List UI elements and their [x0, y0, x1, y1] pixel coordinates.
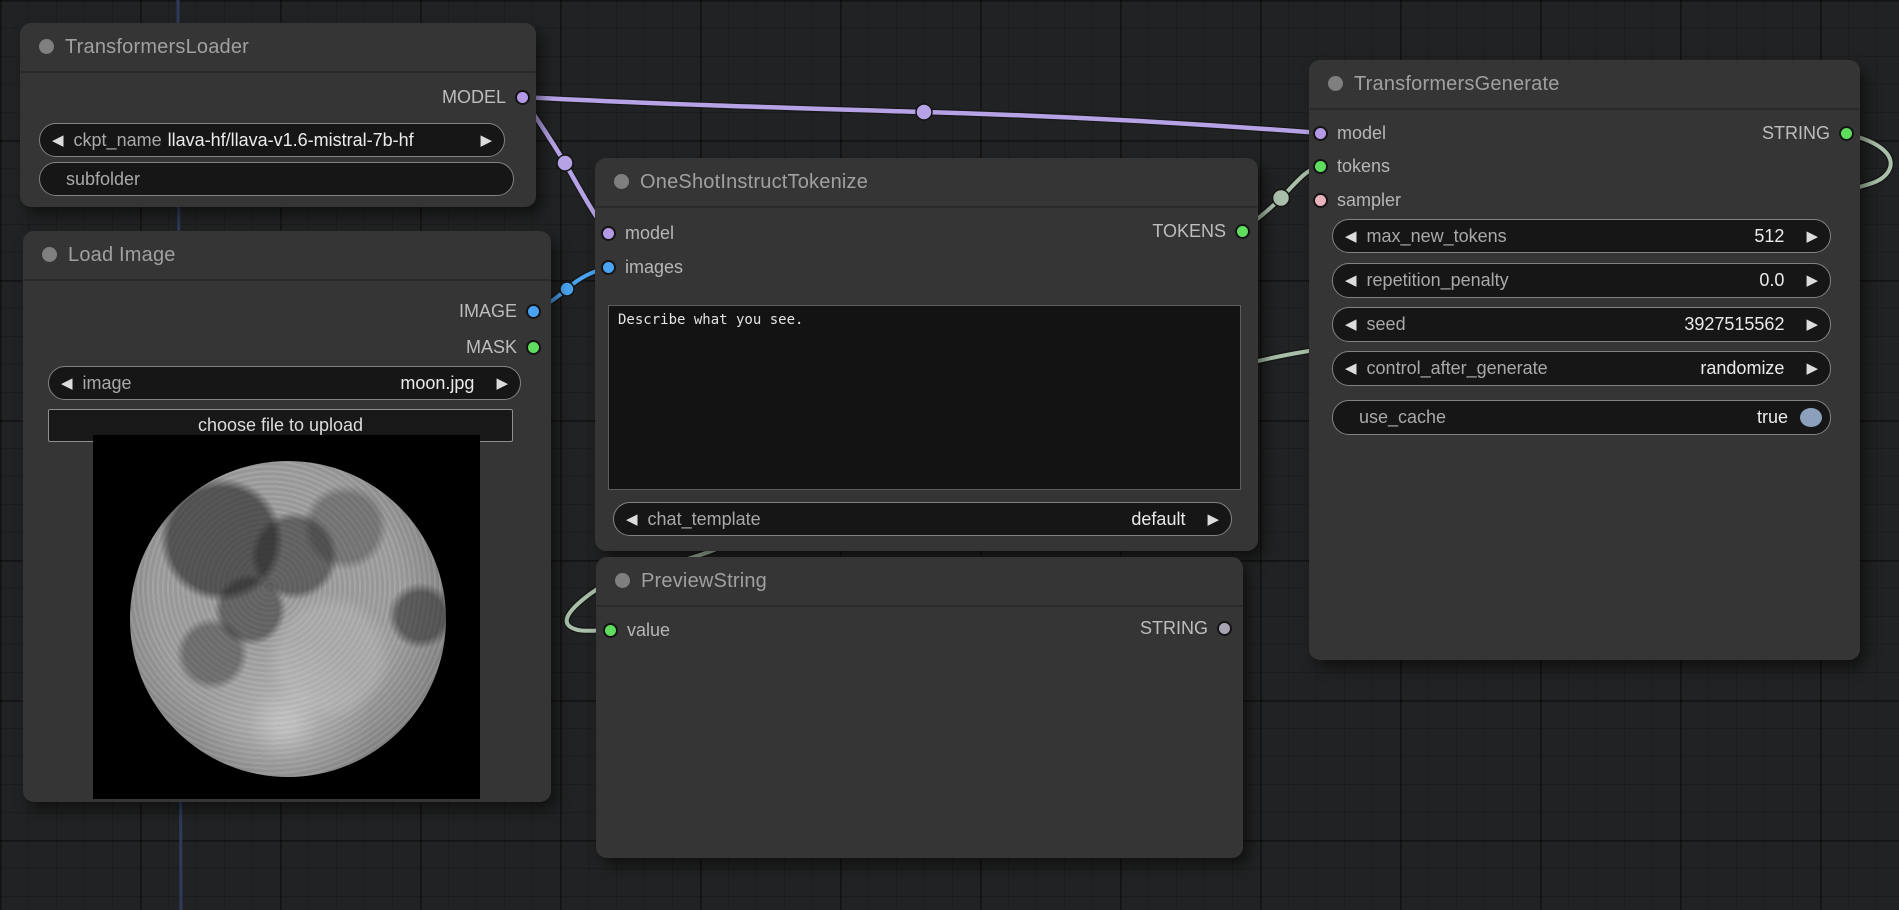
widget-control-after-generate[interactable]: ◀ control_after_generate randomize ▶ — [1332, 351, 1831, 386]
images-input-socket-icon[interactable] — [601, 260, 616, 275]
output-string[interactable]: STRING — [1762, 122, 1854, 144]
title-separator — [1310, 108, 1859, 110]
combo-right-arrow-icon[interactable]: ▶ — [1806, 317, 1818, 332]
title-separator — [596, 206, 1257, 208]
input-sampler[interactable]: sampler — [1313, 189, 1401, 211]
model-input-socket-icon[interactable] — [601, 226, 616, 241]
use-cache-toggle-icon[interactable] — [1800, 408, 1822, 427]
tokens-input-socket-icon[interactable] — [1313, 159, 1328, 174]
moon-image — [130, 461, 446, 777]
combo-right-arrow-icon[interactable]: ▶ — [1806, 273, 1818, 288]
widget-image-filename[interactable]: ◀ image moon.jpg ▶ — [48, 366, 521, 400]
tokens-output-socket-icon[interactable] — [1235, 224, 1250, 239]
collapse-dot-icon[interactable] — [39, 39, 54, 54]
widget-chat-template[interactable]: ◀ chat_template default ▶ — [613, 502, 1232, 536]
node-title: PreviewString — [641, 567, 767, 595]
tokens-wire-midpoint-dot[interactable] — [1273, 190, 1290, 207]
input-model[interactable]: model — [1313, 122, 1386, 144]
model-wire2-midpoint-dot[interactable] — [557, 155, 573, 171]
node-load-image[interactable]: Load Image IMAGE MASK ◀ image moon.jpg ▶… — [23, 231, 551, 802]
sampler-input-socket-icon[interactable] — [1313, 193, 1328, 208]
model-input-socket-icon[interactable] — [1313, 126, 1328, 141]
value-input-socket-icon[interactable] — [603, 623, 618, 638]
node-title: Load Image — [68, 241, 176, 269]
prompt-textarea[interactable]: Describe what you see. — [608, 305, 1241, 490]
output-model[interactable]: MODEL — [442, 86, 530, 108]
title-separator — [24, 279, 550, 281]
widget-repetition-penalty[interactable]: ◀ repetition_penalty 0.0 ▶ — [1332, 263, 1831, 298]
widget-ckpt-name[interactable]: ◀ ckpt_name llava-hf/llava-v1.6-mistral-… — [39, 123, 505, 157]
output-image[interactable]: IMAGE — [459, 300, 541, 322]
output-string[interactable]: STRING — [1140, 617, 1232, 639]
mask-output-socket-icon[interactable] — [526, 340, 541, 355]
output-tokens[interactable]: TOKENS — [1152, 220, 1250, 242]
input-tokens[interactable]: tokens — [1313, 155, 1390, 177]
title-separator — [597, 605, 1242, 607]
combo-left-arrow-icon[interactable]: ◀ — [1345, 229, 1357, 244]
string-output-socket-icon[interactable] — [1839, 126, 1854, 141]
node-transformers-loader[interactable]: TransformersLoader MODEL ◀ ckpt_name lla… — [20, 23, 536, 207]
output-mask[interactable]: MASK — [466, 336, 541, 358]
widget-max-new-tokens[interactable]: ◀ max_new_tokens 512 ▶ — [1332, 219, 1831, 253]
model-wire-midpoint-dot[interactable] — [916, 104, 932, 120]
string-output-socket-icon[interactable] — [1217, 621, 1232, 636]
node-preview-string[interactable]: PreviewString value STRING — [596, 557, 1243, 858]
collapse-dot-icon[interactable] — [615, 573, 630, 588]
combo-right-arrow-icon[interactable]: ▶ — [1806, 361, 1818, 376]
node-title: TransformersGenerate — [1354, 70, 1560, 98]
collapse-dot-icon[interactable] — [42, 247, 57, 262]
image-output-socket-icon[interactable] — [526, 304, 541, 319]
node-title: OneShotInstructTokenize — [640, 168, 868, 196]
image-wire-midpoint-dot[interactable] — [560, 282, 574, 296]
combo-left-arrow-icon[interactable]: ◀ — [1345, 317, 1357, 332]
combo-right-arrow-icon[interactable]: ▶ — [1207, 512, 1219, 527]
combo-left-arrow-icon[interactable]: ◀ — [1345, 361, 1357, 376]
collapse-dot-icon[interactable] — [614, 174, 629, 189]
model-output-socket-icon[interactable] — [515, 90, 530, 105]
combo-left-arrow-icon[interactable]: ◀ — [61, 376, 73, 391]
widget-seed[interactable]: ◀ seed 3927515562 ▶ — [1332, 307, 1831, 342]
combo-right-arrow-icon[interactable]: ▶ — [496, 376, 508, 391]
combo-right-arrow-icon[interactable]: ▶ — [1806, 229, 1818, 244]
node-graph-canvas[interactable]: TransformersLoader MODEL ◀ ckpt_name lla… — [0, 0, 1899, 910]
input-images[interactable]: images — [601, 256, 683, 278]
input-value[interactable]: value — [603, 619, 670, 641]
widget-subfolder[interactable]: subfolder — [39, 162, 514, 196]
combo-left-arrow-icon[interactable]: ◀ — [626, 512, 638, 527]
combo-left-arrow-icon[interactable]: ◀ — [1345, 273, 1357, 288]
node-one-shot-instruct-tokenize[interactable]: OneShotInstructTokenize model images TOK… — [595, 158, 1258, 551]
combo-left-arrow-icon[interactable]: ◀ — [52, 133, 64, 148]
node-title: TransformersLoader — [65, 33, 249, 61]
widget-use-cache[interactable]: use_cache true — [1332, 400, 1831, 435]
node-transformers-generate[interactable]: TransformersGenerate model tokens sample… — [1309, 60, 1860, 660]
collapse-dot-icon[interactable] — [1328, 76, 1343, 91]
title-separator — [21, 71, 535, 73]
input-model[interactable]: model — [601, 222, 674, 244]
combo-right-arrow-icon[interactable]: ▶ — [480, 133, 492, 148]
image-preview — [93, 435, 480, 799]
